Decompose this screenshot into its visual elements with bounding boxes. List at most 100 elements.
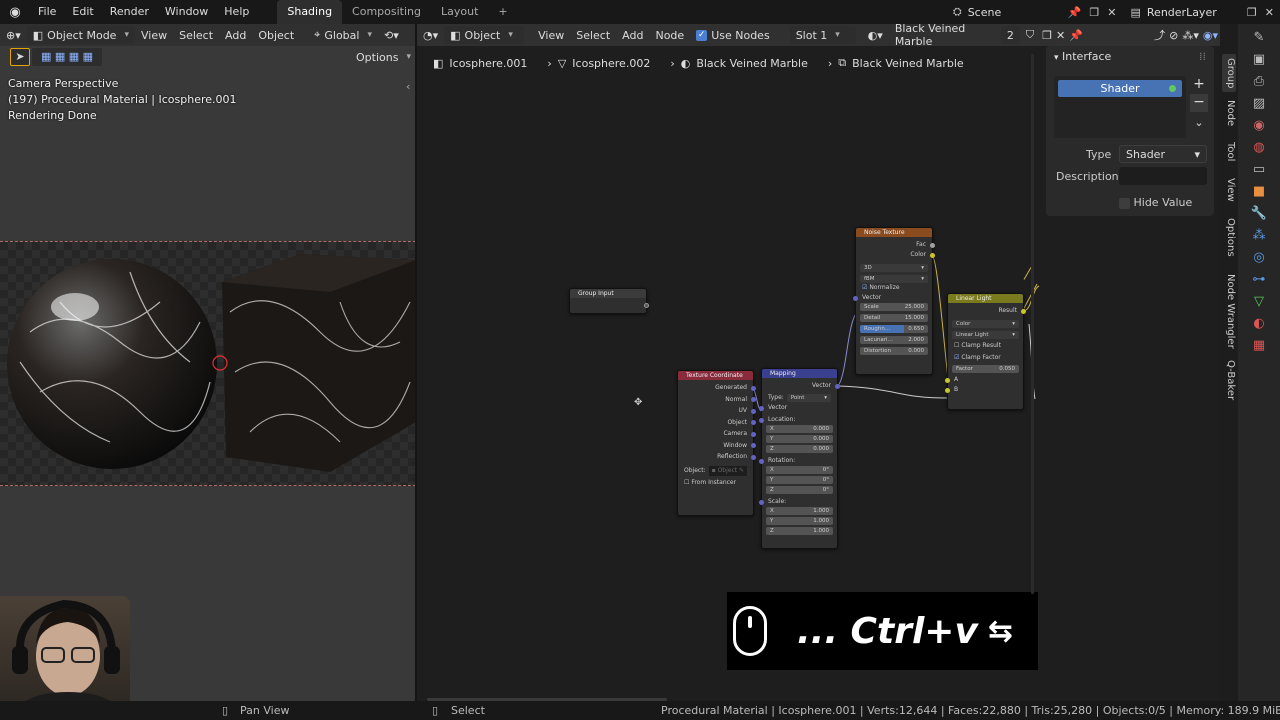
data-props-icon[interactable]: ▽ [1254,294,1264,309]
data-type-dropdown[interactable]: Color ▾ [952,320,1019,328]
socket[interactable] [751,385,756,391]
normalize-checkbox[interactable]: ☑ Normalize [856,283,932,293]
node-linear-light[interactable]: Linear Light Result Color ▾ Linear Light ▾… [945,293,1026,410]
blender-logo-icon[interactable]: ◉ [0,5,30,20]
mapping-type-dropdown[interactable]: Point ▾ [786,394,831,402]
node-mapping[interactable]: Mapping Vector Type: Point ▾ Vector Locati… [759,368,840,549]
modifier-props-icon[interactable]: 🔧 [1251,206,1267,221]
hide-value-checkbox[interactable]: Hide Value [1119,196,1192,209]
vtab-node[interactable]: Node [1222,100,1236,126]
socket[interactable] [945,377,950,383]
panel-header[interactable]: ▾ Interface ⁞⁞ [1046,46,1214,68]
socket[interactable] [759,417,764,423]
node-group-input[interactable]: Group Input [569,288,649,314]
world-props-icon[interactable]: ◍ [1253,140,1264,155]
socket[interactable] [751,431,756,437]
render-props-icon[interactable]: ▣ [1253,52,1265,67]
vtab-node-wrangler[interactable]: Node Wrangler [1222,274,1236,349]
vtab-options[interactable]: Options [1222,218,1236,257]
viewport-menu-select[interactable]: Select [173,26,219,44]
dimension-dropdown[interactable]: 3D ▾ [860,264,928,272]
socket[interactable] [751,408,756,414]
pivot-icon[interactable]: ⟲▾ [378,26,405,44]
mode-dropdown[interactable]: ◧ Object Mode [26,26,135,44]
field-lacunarity[interactable]: Lacunari... 2.000 [860,336,928,344]
vtab-tool[interactable]: Tool [1222,142,1236,161]
socket[interactable] [945,387,950,393]
delete-scene-icon[interactable]: ✕ [1107,6,1116,19]
field-location-x[interactable]: X 0.000 [766,425,833,433]
collection-props-icon[interactable]: ▭ [1253,162,1265,177]
view-layer-props-icon[interactable]: ▨ [1253,96,1265,111]
options-dropdown[interactable]: Options [350,48,417,66]
socket[interactable] [835,383,840,389]
socket[interactable] [930,242,935,248]
select-cursor-icon[interactable]: ➤ [10,48,30,66]
field-scale-x[interactable]: X 1.000 [766,507,833,515]
type-dropdown[interactable]: Shader ▾ [1119,145,1207,163]
menu-window[interactable]: Window [157,0,216,24]
eyedropper-icon[interactable]: ✎ [739,467,744,474]
scene-name[interactable]: Scene [968,6,1068,19]
remove-socket-button[interactable]: − [1190,94,1208,112]
socket[interactable] [853,295,858,301]
node-texture-coordinate[interactable]: Texture Coordinate Generated Normal UV O… [677,370,756,516]
select-mode-icons[interactable]: ▦ ▦ ▦ ▦ [32,48,102,66]
node-editor-vscrollbar[interactable] [1031,54,1034,594]
field-roughness[interactable]: Roughn... 0.650 [860,325,928,333]
particles-props-icon[interactable]: ⁂ [1253,228,1266,243]
field-scale[interactable]: Scale 25.000 [860,303,928,311]
socket[interactable] [751,443,756,448]
menu-render[interactable]: Render [102,0,157,24]
field-distortion[interactable]: Distortion 0.000 [860,347,928,355]
field-location-z[interactable]: Z 0.000 [766,445,833,453]
output-props-icon[interactable]: ⎙ [1254,74,1264,89]
clamp-result-checkbox[interactable]: ☐ Clamp Result [948,341,1023,351]
socket[interactable] [751,420,756,425]
mapping-type[interactable]: Type: Point ▾ [762,393,837,403]
socket[interactable] [759,405,764,411]
socket[interactable] [1021,308,1026,314]
vtab-view[interactable]: View [1222,178,1236,202]
collapse-arrow-icon[interactable]: ‹ [406,80,410,93]
menu-help[interactable]: Help [216,0,257,24]
object-picker[interactable]: Object: ▪ Object ✎ [678,465,753,476]
delete-layer-icon[interactable]: ✕ [1265,6,1274,19]
render-layer-name[interactable]: RenderLayer [1147,6,1247,19]
menu-edit[interactable]: Edit [64,0,101,24]
viewport-menu-add[interactable]: Add [219,26,252,44]
chevron-down-icon[interactable]: ⌄ [1190,116,1208,129]
field-detail[interactable]: Detail 15.000 [860,314,928,322]
constraints-props-icon[interactable]: ⊶ [1253,272,1266,287]
field-location-y[interactable]: Y 0.000 [766,435,833,443]
socket[interactable] [930,252,935,258]
transform-orientation-dropdown[interactable]: ⌖ Global [308,26,378,44]
add-workspace-icon[interactable]: + [488,0,517,24]
object-field[interactable]: ▪ Object ✎ [708,465,747,476]
viewport-menu-view[interactable]: View [135,26,173,44]
tab-compositing[interactable]: Compositing [342,0,431,24]
field-scale-y[interactable]: Y 1.000 [766,517,833,525]
new-scene-icon[interactable]: ❐ [1089,6,1099,19]
socket[interactable] [751,397,756,402]
tool-props-icon[interactable]: ✎ [1254,30,1265,45]
editor-type-icon[interactable]: ⊕▾ [0,26,27,44]
tab-layout[interactable]: Layout [431,0,488,24]
socket[interactable] [759,458,764,464]
menu-file[interactable]: File [30,0,64,24]
new-layer-icon[interactable]: ❐ [1247,6,1257,19]
vtab-q-baker[interactable]: Q-Baker [1222,360,1236,400]
socket[interactable] [751,454,756,460]
blend-mode-dropdown[interactable]: Linear Light ▾ [952,331,1019,339]
socket[interactable] [644,303,649,308]
field-rotation-x[interactable]: X 0° [766,466,833,474]
add-socket-button[interactable]: + [1190,76,1208,94]
field-factor[interactable]: Factor 0.050 [952,365,1019,373]
field-rotation-z[interactable]: Z 0° [766,486,833,494]
socket[interactable] [759,499,764,505]
material-props-icon[interactable]: ◐ [1253,316,1264,331]
physics-props-icon[interactable]: ◎ [1253,250,1264,265]
texture-props-icon[interactable]: ▦ [1253,338,1265,353]
clamp-factor-checkbox[interactable]: ☑ Clamp Factor [948,353,1023,363]
node-editor[interactable]: ◔▾ ◧Object View Select Add Node ✓Use Nod… [417,22,1220,701]
